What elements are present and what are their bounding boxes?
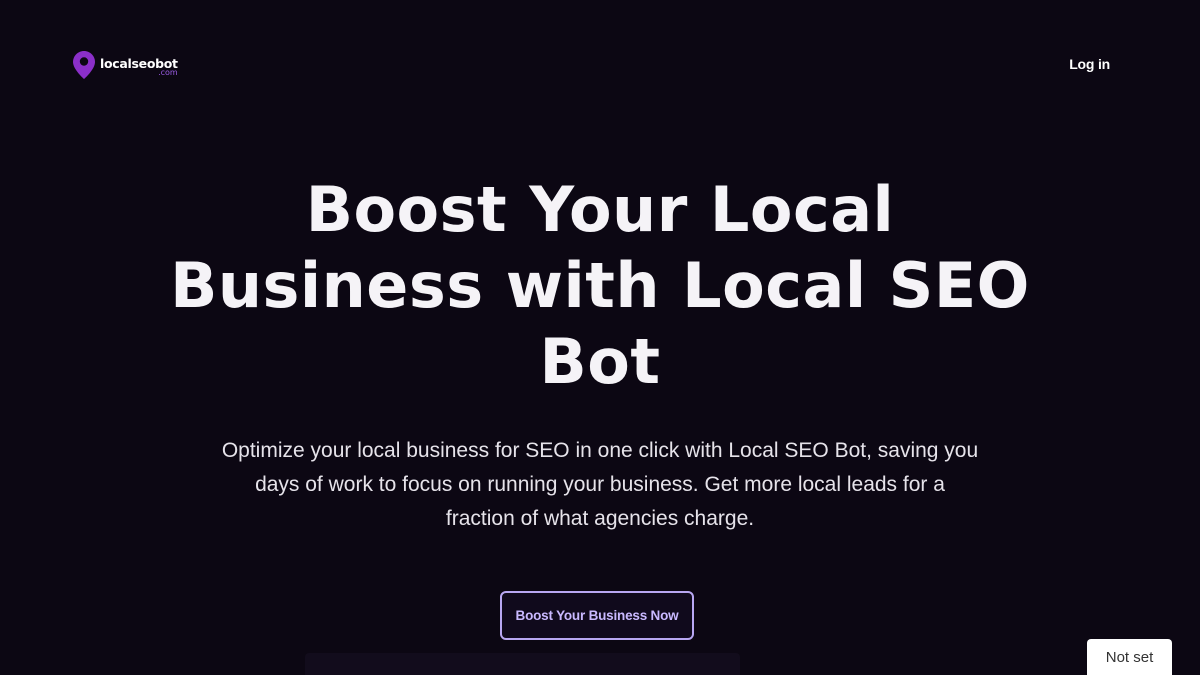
landing-page: localseobot .com Log in Boost Your Local… [0, 0, 1200, 675]
login-link[interactable]: Log in [1069, 56, 1110, 72]
status-chip[interactable]: Not set [1087, 639, 1172, 675]
logo-wordmark: localseobot .com [100, 50, 178, 77]
product-preview [305, 653, 740, 675]
hero-subtitle: Optimize your local business for SEO in … [221, 439, 979, 530]
logo-link[interactable]: localseobot .com [72, 50, 178, 80]
boost-business-button[interactable]: Boost Your Business Now [500, 591, 694, 640]
map-pin-icon [73, 51, 95, 79]
hero-title: Boost Your Local Business with Local SEO… [170, 173, 1030, 398]
